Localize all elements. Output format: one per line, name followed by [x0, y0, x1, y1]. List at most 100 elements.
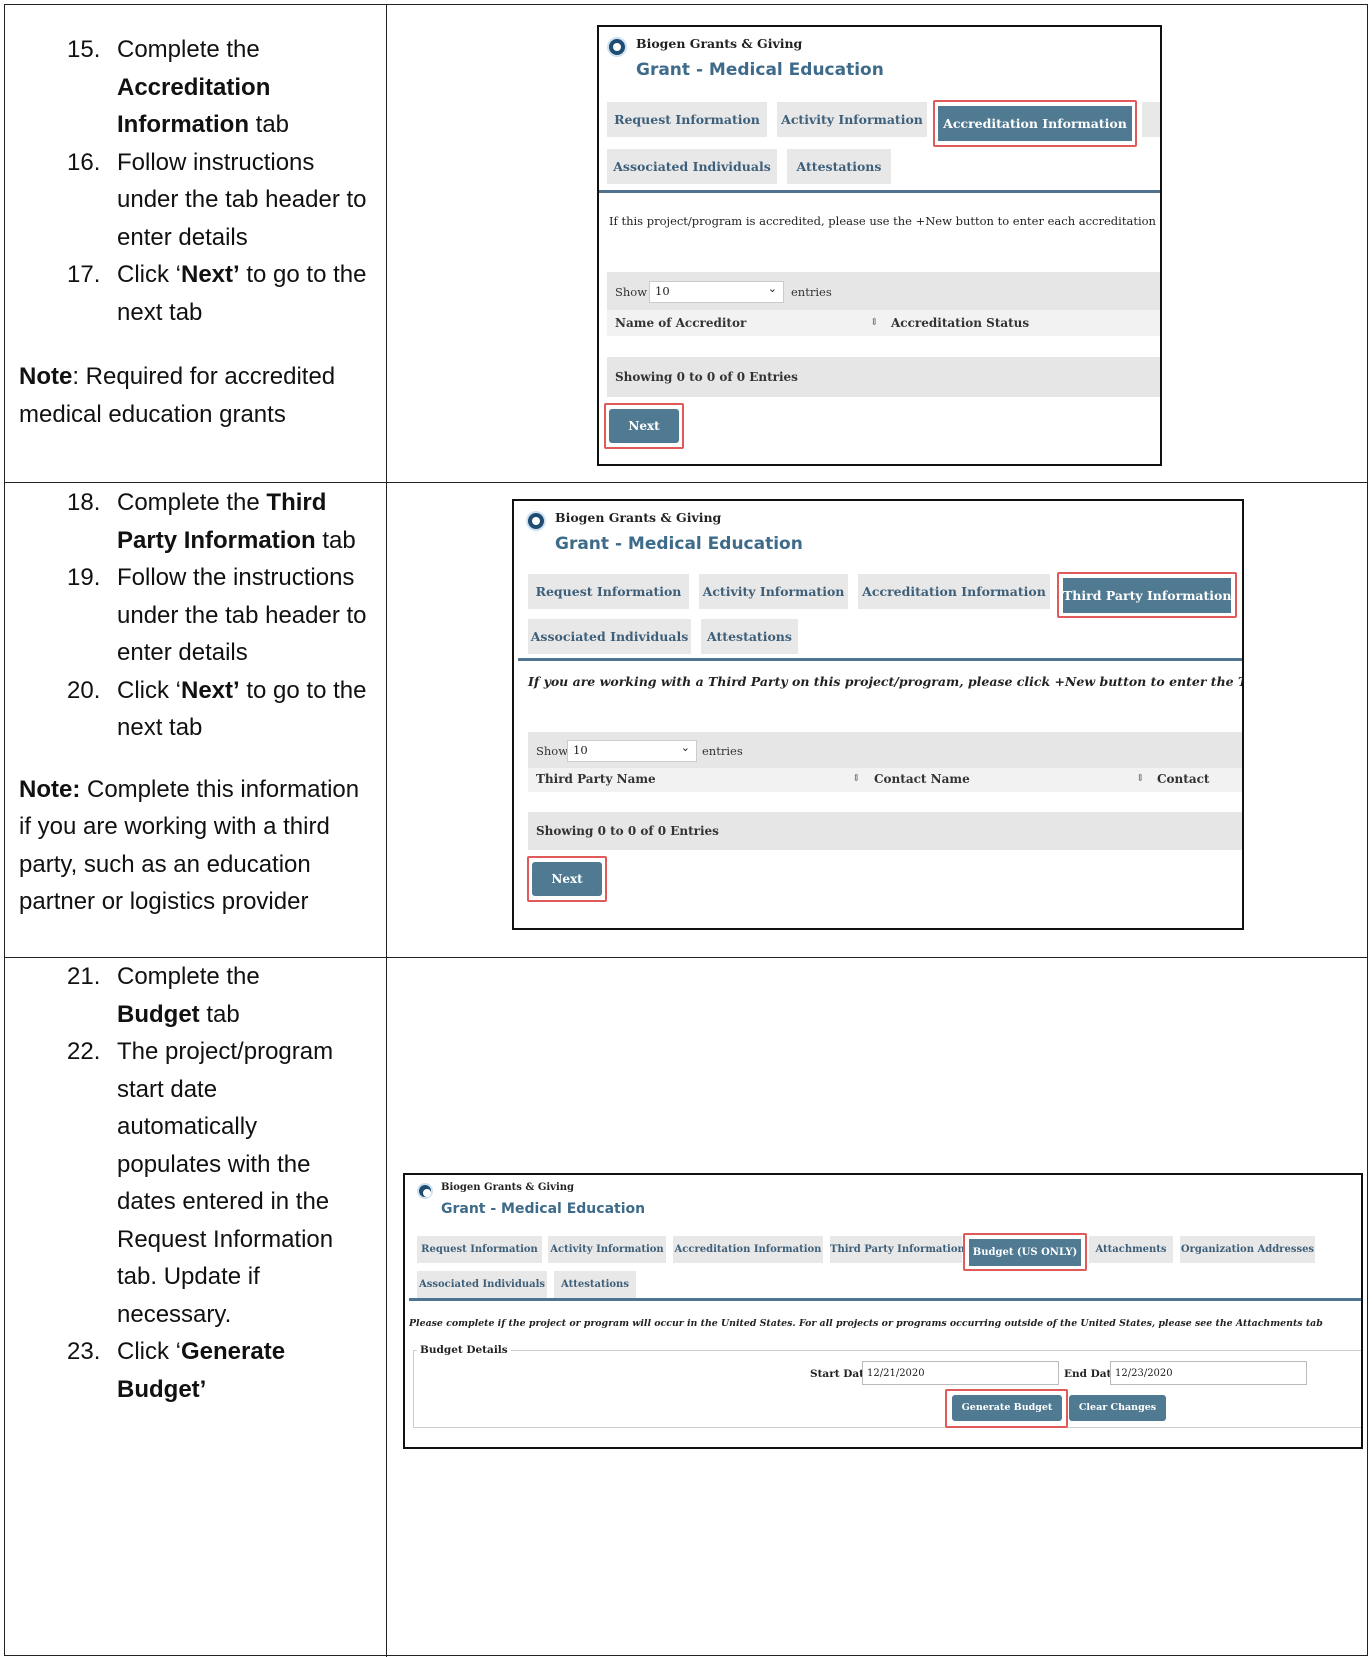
step-text: Follow instructions under the tab header… [117, 148, 367, 251]
entries-label: entries [791, 285, 832, 299]
column-divider [386, 958, 387, 1657]
sort-icon[interactable]: ⇕ [1136, 773, 1144, 784]
tab-accreditation-information[interactable]: Accreditation Information [858, 574, 1050, 609]
column-divider [386, 483, 387, 957]
tab-attachments[interactable]: Attachments [1089, 1236, 1173, 1263]
tab-activity-information[interactable]: Activity Information [548, 1236, 666, 1263]
tab-organization-addresses[interactable]: Organization Addresses [1180, 1236, 1315, 1263]
entries-value: 10 [573, 743, 588, 757]
tab-associated-individuals[interactable]: Associated Individuals [607, 149, 777, 184]
start-date-input[interactable]: 12/21/2020 [862, 1361, 1059, 1385]
table-row: 18. Complete the Third Party Information … [5, 483, 1367, 958]
tab-attestations[interactable]: Attestations [554, 1271, 636, 1298]
tab-attestations[interactable]: Attestations [787, 149, 891, 184]
tab-third-party-information[interactable]: Third Party Information [830, 1236, 965, 1263]
step-text: Click ‘ [117, 1338, 181, 1365]
step-item: 21. Complete the Budget tab [19, 958, 372, 1033]
entries-select[interactable]: 10 ⌄ [567, 740, 697, 762]
instruction-table: 15. Complete the Accreditation Informatio… [4, 4, 1368, 1657]
biogen-logo-icon [417, 1183, 433, 1199]
tab-instructions: If you are working with a Third Party on… [528, 674, 1242, 689]
note: Note: Required for accredited medical ed… [19, 358, 372, 433]
show-label: Show [536, 744, 569, 758]
tab-activity-information[interactable]: Activity Information [699, 574, 848, 609]
column-header-accreditor[interactable]: Name of Accreditor [615, 316, 746, 330]
biogen-logo-icon [607, 37, 627, 57]
next-button[interactable]: Next [532, 862, 602, 896]
step-number: 19. [67, 564, 101, 591]
step-text: Complete the [117, 489, 267, 516]
entries-select[interactable]: 10 ⌄ [649, 281, 784, 303]
table-row: 21. Complete the Budget tab 22. The projec… [5, 958, 1367, 1657]
step-bold: Next’ [181, 261, 240, 288]
tab-associated-individuals[interactable]: Associated Individuals [417, 1271, 547, 1298]
chevron-down-icon: ⌄ [680, 741, 690, 754]
tab-attestations[interactable]: Attestations [701, 619, 798, 654]
step-number: 21. [67, 963, 101, 990]
tab-instructions: If this project/program is accredited, p… [609, 214, 1162, 228]
tab-third-party-information[interactable]: Third Party Information [1063, 578, 1231, 613]
page-title: Grant - Medical Education [441, 1201, 646, 1217]
entries-label: entries [702, 744, 743, 758]
tab-request-information[interactable]: Request Information [417, 1236, 542, 1263]
tab-accreditation-information[interactable]: Accreditation Information [938, 106, 1132, 141]
step-text: tab [249, 111, 290, 138]
table-row: 15. Complete the Accreditation Informatio… [5, 5, 1367, 483]
chevron-down-icon: ⌄ [767, 282, 777, 295]
step-item: 15. Complete the Accreditation Informatio… [19, 31, 372, 144]
page-title: Grant - Medical Education [555, 534, 803, 554]
tab-budget-us-only[interactable]: Budget (US ONLY) [969, 1239, 1081, 1266]
step-text: Follow the instructions under the tab he… [117, 564, 367, 666]
table-info: Showing 0 to 0 of 0 Entries [615, 370, 798, 384]
next-button[interactable]: Next [609, 409, 679, 443]
tab-accreditation-information[interactable]: Accreditation Information [673, 1236, 823, 1263]
third-party-screenshot: Biogen Grants & Giving Grant - Medical E… [512, 499, 1244, 930]
step-text: Complete the [117, 963, 260, 990]
note-label: Note [19, 363, 73, 390]
page-title: Grant - Medical Education [636, 60, 884, 80]
step-text: tab [199, 1000, 240, 1028]
step-list: 21. Complete the Budget tab 22. The projec… [19, 958, 372, 1408]
end-date-input[interactable]: 12/23/2020 [1110, 1361, 1307, 1385]
org-name: Biogen Grants & Giving [441, 1182, 575, 1193]
step-list: 15. Complete the Accreditation Informatio… [19, 31, 372, 331]
sort-icon[interactable]: ⇕ [870, 317, 878, 328]
clear-changes-button[interactable]: Clear Changes [1069, 1395, 1166, 1421]
step-text: Click ‘ [117, 261, 181, 288]
budget-details-legend: Budget Details [417, 1344, 511, 1356]
tab-associated-individuals[interactable]: Associated Individuals [528, 619, 691, 654]
column-header-third-party-name[interactable]: Third Party Name [536, 772, 656, 786]
entries-value: 10 [655, 284, 670, 298]
tab-request-information[interactable]: Request Information [528, 574, 689, 609]
step-text: Complete the [117, 36, 260, 63]
tab-activity-information[interactable]: Activity Information [777, 102, 927, 137]
instructions-cell: 15. Complete the Accreditation Informatio… [5, 5, 386, 433]
sort-icon[interactable]: ⇕ [852, 773, 860, 784]
org-name: Biogen Grants & Giving [636, 36, 803, 51]
step-item: 18. Complete the Third Party Information … [19, 484, 372, 559]
instructions-cell: 18. Complete the Third Party Information … [5, 483, 386, 921]
tab-divider [599, 190, 1160, 193]
tab-request-information[interactable]: Request Information [607, 102, 767, 137]
step-number: 22. [67, 1038, 101, 1065]
column-header-contact[interactable]: Contact [1157, 772, 1209, 786]
step-number: 18. [67, 489, 101, 516]
show-label: Show [615, 285, 648, 299]
accreditation-screenshot: Biogen Grants & Giving Grant - Medical E… [597, 25, 1162, 466]
step-item: 19. Follow the instructions under the tab… [19, 559, 372, 672]
table-info: Showing 0 to 0 of 0 Entries [536, 824, 719, 838]
step-number: 15. [67, 36, 101, 63]
tab-divider [518, 658, 1242, 661]
step-item: 16. Follow instructions under the tab hea… [19, 144, 372, 257]
step-number: 17. [67, 261, 101, 288]
step-text: tab [315, 526, 356, 554]
start-date-value: 12/21/2020 [867, 1368, 925, 1379]
column-header-status[interactable]: Accreditation Status [891, 316, 1029, 330]
step-list: 18. Complete the Third Party Information … [19, 484, 372, 747]
column-header-contact-name[interactable]: Contact Name [874, 772, 970, 786]
generate-budget-button[interactable]: Generate Budget [952, 1395, 1062, 1421]
step-bold: Accreditation Information [117, 73, 271, 139]
step-bold: Budget [117, 1000, 200, 1028]
end-date-value: 12/23/2020 [1115, 1368, 1173, 1379]
tab-overflow[interactable] [1142, 102, 1160, 137]
